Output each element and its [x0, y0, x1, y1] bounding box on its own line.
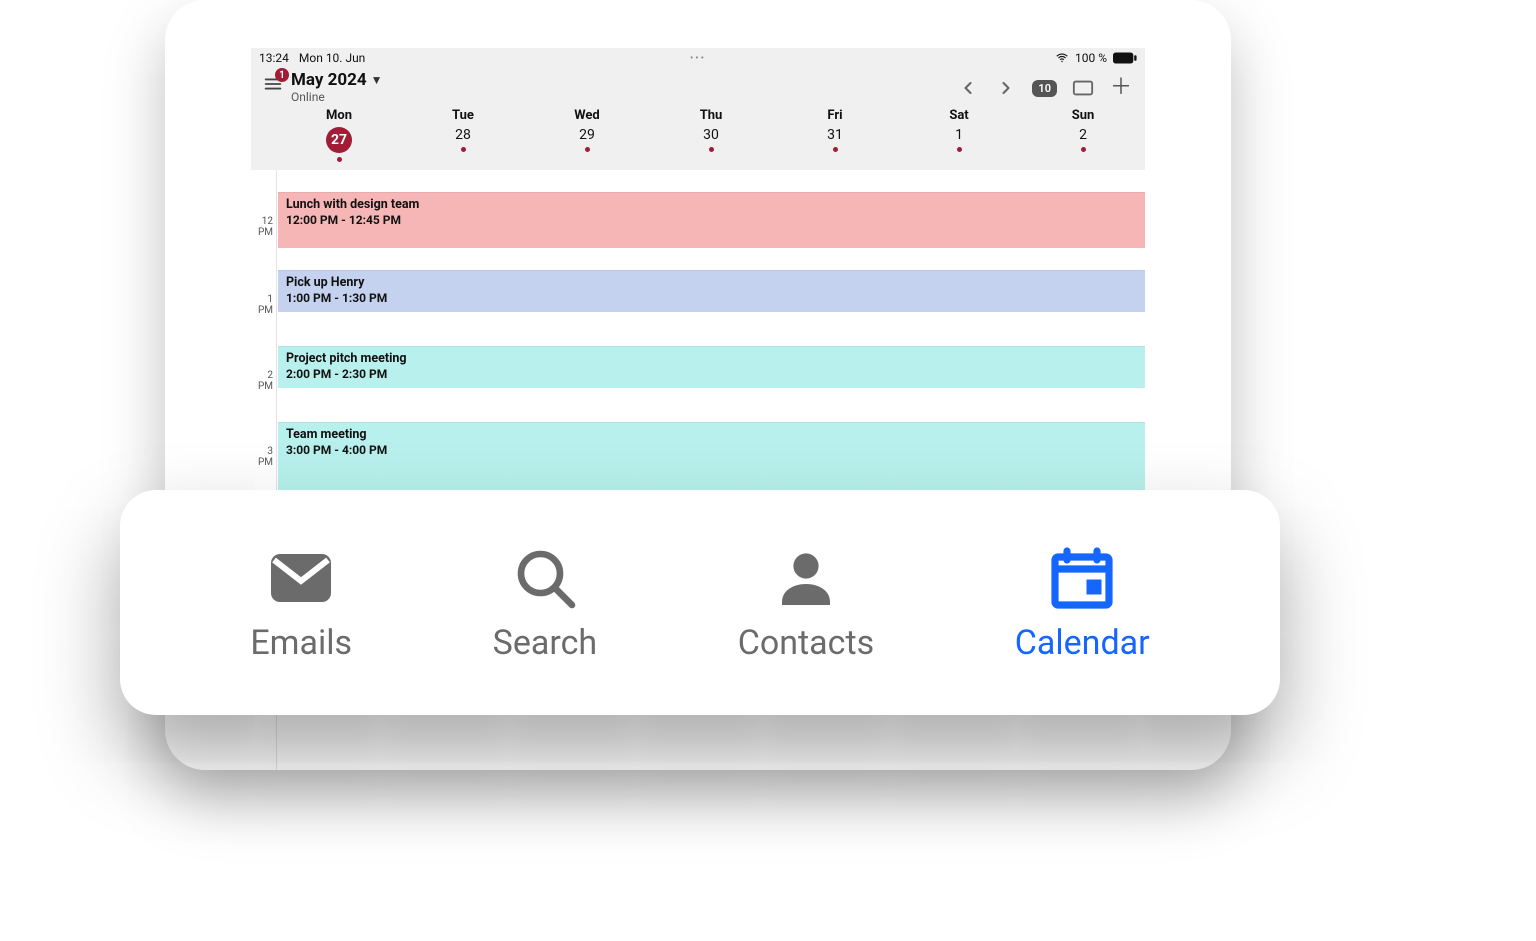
event-title: Pick up Henry [286, 275, 1137, 290]
day-dot-icon [1081, 147, 1086, 152]
nav-emails[interactable]: Emails [250, 543, 352, 663]
day-number: 2 [1079, 127, 1087, 143]
month-title: May 2024 [291, 70, 367, 90]
calendar-icon [1046, 543, 1118, 613]
month-selector[interactable]: May 2024 ▼ [291, 70, 383, 90]
event-item[interactable]: Pick up Henry 1:00 PM - 1:30 PM [278, 270, 1145, 312]
chevron-down-icon: ▼ [371, 73, 383, 87]
prev-button[interactable] [956, 76, 980, 100]
day-column-mon[interactable]: Mon 27 [277, 108, 401, 162]
today-button[interactable]: 10 [1032, 80, 1057, 97]
day-number: 31 [827, 127, 843, 143]
event-item[interactable]: Team meeting 3:00 PM - 4:00 PM [278, 422, 1145, 498]
day-number: 29 [579, 127, 595, 143]
event-title: Lunch with design team [286, 197, 1137, 212]
time-hour: 3 [258, 446, 273, 457]
day-dot-icon [461, 147, 466, 152]
event-time: 1:00 PM - 1:30 PM [286, 291, 1137, 305]
contacts-icon [770, 543, 842, 613]
event-item[interactable]: Project pitch meeting 2:00 PM - 2:30 PM [278, 346, 1145, 388]
day-name: Thu [700, 108, 723, 123]
next-button[interactable] [994, 76, 1018, 100]
day-name: Mon [326, 108, 352, 123]
day-name: Tue [452, 108, 474, 123]
time-hour: 2 [258, 370, 273, 381]
time-hour: 12 [258, 216, 273, 227]
nav-label: Calendar [1015, 623, 1150, 663]
mail-icon [265, 543, 337, 613]
day-dot-icon [337, 157, 342, 162]
time-meridiem: PM [258, 227, 273, 238]
day-column-sat[interactable]: Sat 1 [897, 108, 1021, 162]
nav-contacts[interactable]: Contacts [738, 543, 874, 663]
day-column-wed[interactable]: Wed 29 [525, 108, 649, 162]
status-bar: 13:24 Mon 10. Jun ••• 100 % [251, 48, 1145, 68]
event-time: 12:00 PM - 12:45 PM [286, 213, 1137, 227]
view-toggle-button[interactable] [1071, 76, 1095, 100]
search-icon [509, 543, 581, 613]
nav-label: Contacts [738, 623, 874, 663]
day-dot-icon [585, 147, 590, 152]
battery-icon [1113, 52, 1137, 64]
day-column-fri[interactable]: Fri 31 [773, 108, 897, 162]
day-column-sun[interactable]: Sun 2 [1021, 108, 1145, 162]
event-item[interactable]: Lunch with design team 12:00 PM - 12:45 … [278, 192, 1145, 248]
day-dot-icon [833, 147, 838, 152]
status-time: 13:24 [259, 51, 289, 65]
day-dot-icon [709, 147, 714, 152]
nav-label: Search [493, 623, 597, 663]
status-dots: ••• [690, 53, 706, 64]
day-number: 30 [703, 127, 719, 143]
day-dot-icon [957, 147, 962, 152]
day-column-thu[interactable]: Thu 30 [649, 108, 773, 162]
status-date: Mon 10. Jun [299, 51, 365, 65]
menu-badge: 1 [275, 68, 289, 82]
day-number: 27 [326, 127, 352, 153]
nav-label: Emails [250, 623, 352, 663]
event-title: Team meeting [286, 427, 1137, 442]
add-event-button[interactable]: ＋ [1109, 76, 1133, 100]
day-name: Wed [574, 108, 600, 123]
calendar-header: 1 May 2024 ▼ Online 10 [251, 68, 1145, 104]
week-header: Mon 27 Tue 28 Wed 29 Thu 30 Fri 31 [251, 104, 1145, 170]
menu-button[interactable]: 1 [259, 70, 287, 98]
day-name: Sun [1072, 108, 1095, 123]
day-name: Fri [827, 108, 842, 123]
status-battery-text: 100 % [1075, 51, 1107, 65]
status-subtitle: Online [291, 90, 383, 104]
day-name: Sat [949, 108, 968, 123]
bottom-nav: Emails Search Contacts Calendar [120, 490, 1280, 715]
time-meridiem: PM [258, 305, 273, 316]
time-meridiem: PM [258, 381, 273, 392]
day-number: 1 [955, 127, 963, 143]
day-number: 28 [455, 127, 471, 143]
nav-search[interactable]: Search [493, 543, 597, 663]
time-meridiem: PM [258, 457, 273, 468]
event-time: 3:00 PM - 4:00 PM [286, 443, 1137, 457]
day-column-tue[interactable]: Tue 28 [401, 108, 525, 162]
event-time: 2:00 PM - 2:30 PM [286, 367, 1137, 381]
wifi-icon [1055, 51, 1069, 65]
event-title: Project pitch meeting [286, 351, 1137, 366]
time-hour: 1 [258, 294, 273, 305]
nav-calendar[interactable]: Calendar [1015, 543, 1150, 663]
